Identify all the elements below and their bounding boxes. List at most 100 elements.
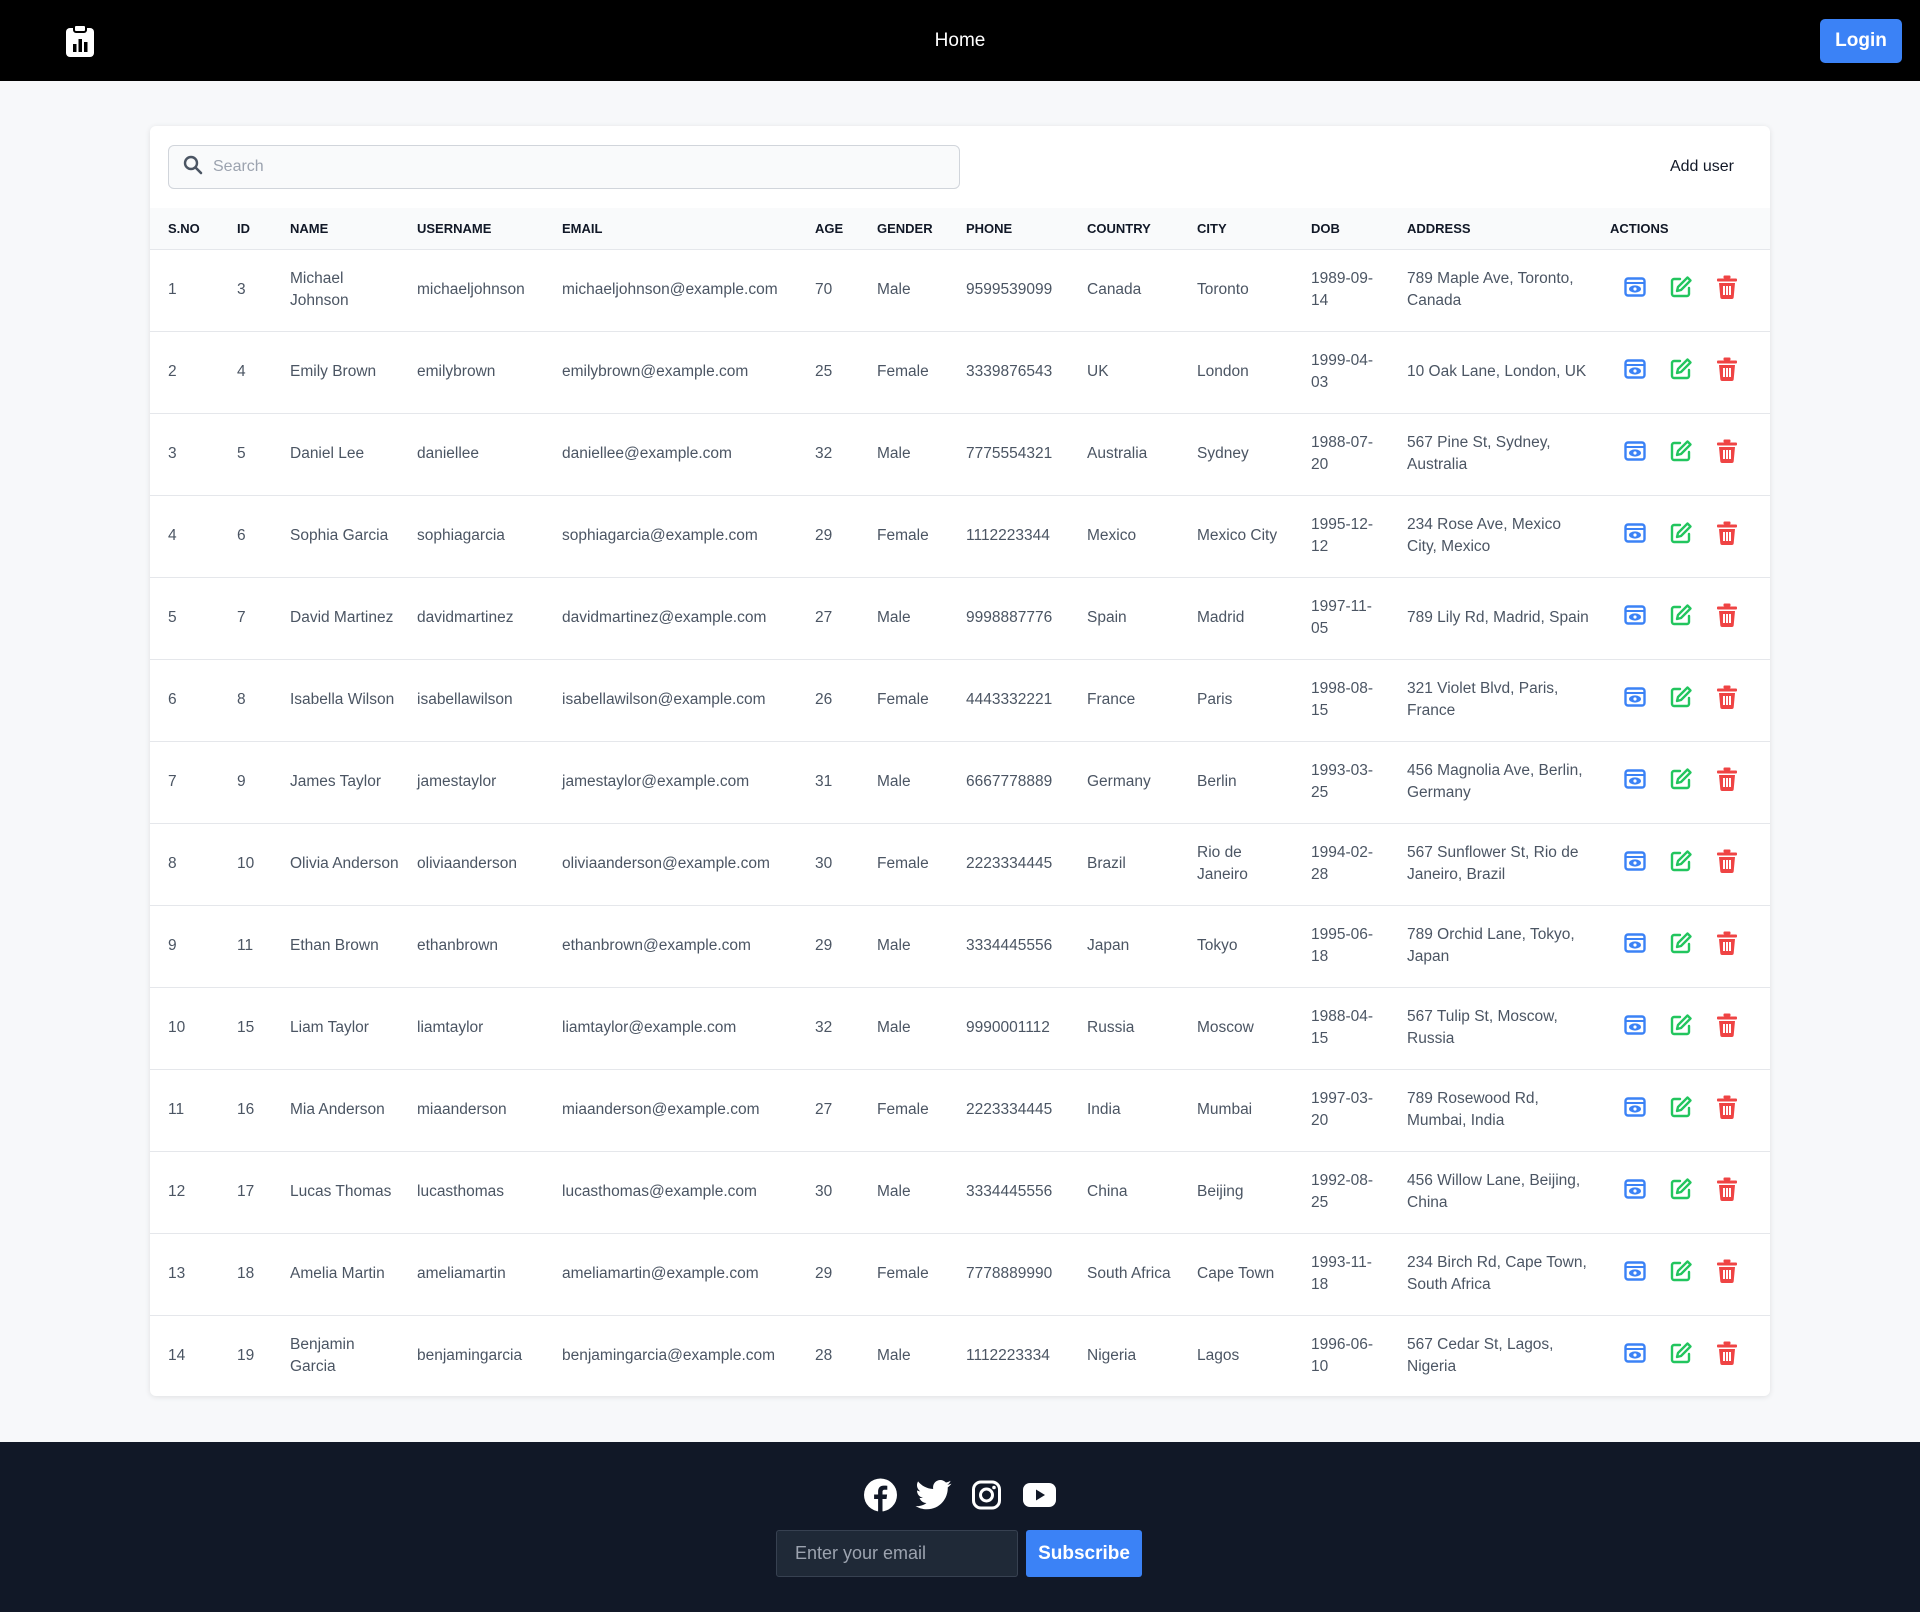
column-header-username: USERNAME (417, 220, 492, 236)
cell-actions (1592, 987, 1770, 1069)
table-row: 9 11 Ethan Brown ethanbrown ethanbrown@examp… (150, 905, 1770, 987)
cell-age: 32 (815, 445, 833, 462)
edit-button[interactable] (1668, 439, 1694, 467)
cell-phone: 1112223344 (966, 527, 1050, 544)
table-row: 11 16 Mia Anderson miaanderson miaanderson@e… (150, 1069, 1770, 1151)
clipboard-chart-icon[interactable] (64, 23, 96, 59)
delete-button[interactable] (1714, 439, 1740, 470)
cell-phone: 4443332221 (966, 691, 1053, 708)
search-input[interactable] (213, 158, 913, 176)
view-button[interactable] (1622, 604, 1648, 632)
delete-button[interactable] (1714, 1095, 1740, 1123)
view-button[interactable] (1622, 358, 1648, 385)
edit-icon (1669, 767, 1693, 798)
cell-gender: Male (877, 1183, 911, 1200)
cell-age: 30 (815, 1183, 833, 1200)
cell-actions (1592, 1233, 1770, 1315)
column-header-city: CITY (1197, 220, 1227, 236)
view-button[interactable] (1622, 276, 1648, 303)
delete-icon (1716, 439, 1738, 470)
delete-button[interactable] (1714, 1259, 1740, 1287)
cell-address: 789 Rosewood Rd, Mumbai, India (1407, 1090, 1539, 1129)
cell-dob: 1993-11-18 (1311, 1254, 1372, 1293)
view-button[interactable] (1622, 850, 1648, 877)
column-header-email: EMAIL (562, 220, 603, 236)
add-user-button[interactable]: Add user (1670, 158, 1734, 176)
cell-address: 234 Birch Rd, Cape Town, South Africa (1407, 1254, 1587, 1293)
delete-button[interactable] (1714, 1341, 1740, 1369)
edit-button[interactable] (1668, 603, 1694, 631)
table-row: 12 17 Lucas Thomas lucasthomas lucasthomas@e… (150, 1151, 1770, 1233)
delete-button[interactable] (1714, 1013, 1740, 1041)
view-button[interactable] (1622, 1014, 1648, 1042)
cell-gender: Female (877, 1265, 929, 1282)
delete-button[interactable] (1714, 1177, 1740, 1205)
nav-home-link[interactable]: Home (935, 30, 986, 52)
delete-button[interactable] (1714, 931, 1740, 959)
edit-button[interactable] (1668, 767, 1694, 798)
cell-username: michaeljohnson (417, 281, 525, 298)
delete-button[interactable] (1714, 521, 1740, 549)
view-button[interactable] (1622, 522, 1648, 549)
twitter-icon[interactable] (915, 1477, 952, 1513)
edit-button[interactable] (1668, 849, 1694, 877)
cell-name: Olivia Anderson (290, 855, 399, 872)
view-icon (1624, 932, 1646, 960)
edit-button[interactable] (1668, 357, 1694, 385)
subscribe-button[interactable]: Subscribe (1026, 1530, 1142, 1577)
view-button[interactable] (1622, 768, 1648, 795)
cell-username: sophiagarcia (417, 527, 505, 544)
cell-age: 26 (815, 691, 833, 708)
cell-address: 789 Lily Rd, Madrid, Spain (1407, 609, 1589, 626)
view-icon (1624, 686, 1646, 714)
cell-name: James Taylor (290, 773, 382, 790)
delete-button[interactable] (1714, 849, 1740, 877)
cell-username: isabellawilson (417, 691, 513, 708)
delete-button[interactable] (1714, 357, 1740, 388)
cell-country: Germany (1087, 773, 1151, 790)
edit-button[interactable] (1668, 1095, 1694, 1123)
cell-address: 789 Maple Ave, Toronto, Canada (1407, 270, 1574, 309)
edit-button[interactable] (1668, 1259, 1694, 1287)
cell-address: 567 Pine St, Sydney, Australia (1407, 434, 1551, 473)
edit-button[interactable] (1668, 1013, 1694, 1041)
cell-dob: 1997-11-05 (1311, 598, 1372, 637)
delete-button[interactable] (1714, 603, 1740, 631)
table-row: 13 18 Amelia Martin ameliamartin ameliamarti… (150, 1233, 1770, 1315)
cell-phone: 9990001112 (966, 1019, 1050, 1036)
view-button[interactable] (1622, 1343, 1648, 1369)
email-field[interactable] (776, 1530, 1018, 1577)
view-button[interactable] (1622, 1260, 1648, 1287)
edit-button[interactable] (1668, 685, 1694, 713)
cell-actions (1592, 495, 1770, 577)
cell-email: jamestaylor@example.com (562, 773, 750, 790)
view-icon (1624, 1014, 1646, 1042)
view-icon (1624, 604, 1646, 632)
view-button[interactable] (1622, 932, 1648, 960)
facebook-icon[interactable] (863, 1477, 899, 1513)
edit-button[interactable] (1668, 521, 1694, 549)
edit-button[interactable] (1668, 1342, 1694, 1369)
cell-actions (1592, 823, 1770, 905)
view-button[interactable] (1622, 1178, 1648, 1205)
view-button[interactable] (1622, 686, 1648, 714)
instagram-icon[interactable] (969, 1477, 1005, 1513)
table-header-row: S.NO ID NAME USERNAME EMAIL AGE GENDER PHONE COU… (150, 208, 1770, 249)
cell-actions (1592, 577, 1770, 659)
login-button[interactable]: Login (1820, 18, 1902, 63)
delete-icon (1716, 357, 1738, 388)
youtube-icon[interactable] (1022, 1477, 1058, 1513)
delete-button[interactable] (1714, 685, 1740, 713)
edit-button[interactable] (1668, 931, 1694, 959)
view-button[interactable] (1622, 1096, 1648, 1123)
edit-button[interactable] (1668, 1177, 1694, 1205)
delete-button[interactable] (1714, 767, 1740, 795)
cell-actions (1592, 905, 1770, 987)
edit-button[interactable] (1668, 275, 1694, 303)
cell-email: davidmartinez@example.com (562, 609, 767, 626)
search-box[interactable] (168, 145, 960, 189)
cell-address: 10 Oak Lane, London, UK (1407, 363, 1587, 380)
view-button[interactable] (1622, 440, 1648, 467)
cell-country: France (1087, 691, 1136, 708)
delete-button[interactable] (1714, 275, 1740, 303)
